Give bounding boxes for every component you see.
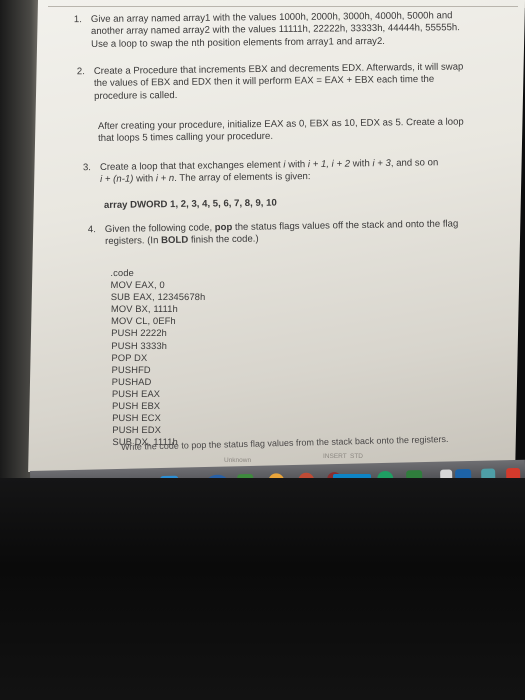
code-line: PUSH EAX — [111, 387, 161, 399]
question-2-number: 2. — [76, 66, 85, 78]
code-line: .code — [110, 267, 135, 278]
status-insert: INSERT — [323, 453, 347, 460]
status-language: Unknown — [224, 457, 252, 464]
code-line: MOV CL, 0EFh — [110, 315, 176, 327]
question-1: 1. Give an array named array1 with the v… — [74, 10, 460, 51]
code-line: POP DX — [111, 351, 148, 363]
question-2-followup: After creating your procedure, initializ… — [98, 117, 464, 146]
q3-text-k: . The array of elements is given: — [174, 171, 311, 185]
q4-text-a: Given the following code, — [104, 222, 215, 236]
q3-text-e: i + 3 — [372, 157, 391, 170]
code-line: PUSH 3333h — [111, 339, 168, 351]
question-2: 2. Create a Procedure that increments EB… — [77, 61, 464, 103]
question-3-array: array DWORD 1, 2, 3, 4, 5, 6, 7, 8, 9, 1… — [103, 197, 277, 211]
q3-text-j: i + n — [155, 173, 175, 185]
code-line: PUSH 2222h — [111, 327, 168, 339]
keyboard-area-dark — [0, 478, 525, 700]
code-line: SUB EAX, 12345678h — [110, 291, 206, 303]
status-std: STD — [350, 453, 363, 460]
q3-text-a: Create a loop that that exchanges elemen… — [99, 159, 284, 174]
code-line: PUSH EBX — [111, 400, 161, 412]
q3-text-c: i + 1, i + 2 — [307, 158, 351, 171]
code-line: MOV EAX, 0 — [110, 279, 165, 291]
code-line: PUSHAD — [111, 375, 152, 387]
question-3: 3. Create a loop that that exchanges ele… — [83, 157, 439, 187]
question-4-number: 4. — [87, 224, 96, 236]
q3-text-g: i + (n-1) — [100, 173, 134, 186]
q3-text-b: with — [285, 159, 308, 171]
question-3-number: 3. — [82, 162, 91, 174]
code-block: .code MOV EAX, 0 SUB EAX, 12345678h MOV BX,… — [107, 267, 205, 448]
code-line: PUSH EDX — [112, 424, 162, 436]
q4-text-d: finish the code.) — [188, 233, 259, 247]
q4-text-b: the status flags values off the stack an… — [232, 218, 459, 233]
document-top-border — [48, 6, 518, 7]
q3-text-f: , and so on — [390, 157, 439, 169]
code-line: PUSH ECX — [112, 412, 161, 424]
code-line: MOV BX, 1111h — [110, 303, 178, 315]
q4-text-c: registers. (In — [105, 235, 162, 248]
question-1-number: 1. — [73, 14, 82, 26]
q4-text-bold: BOLD — [160, 235, 189, 247]
q4-text-pop: pop — [214, 221, 233, 234]
code-line: PUSHFD — [111, 363, 151, 375]
q3-text-h: with — [133, 173, 156, 185]
q3-text-d: with — [349, 158, 373, 170]
photo-scene: 1. Give an array named array1 with the v… — [0, 0, 525, 700]
